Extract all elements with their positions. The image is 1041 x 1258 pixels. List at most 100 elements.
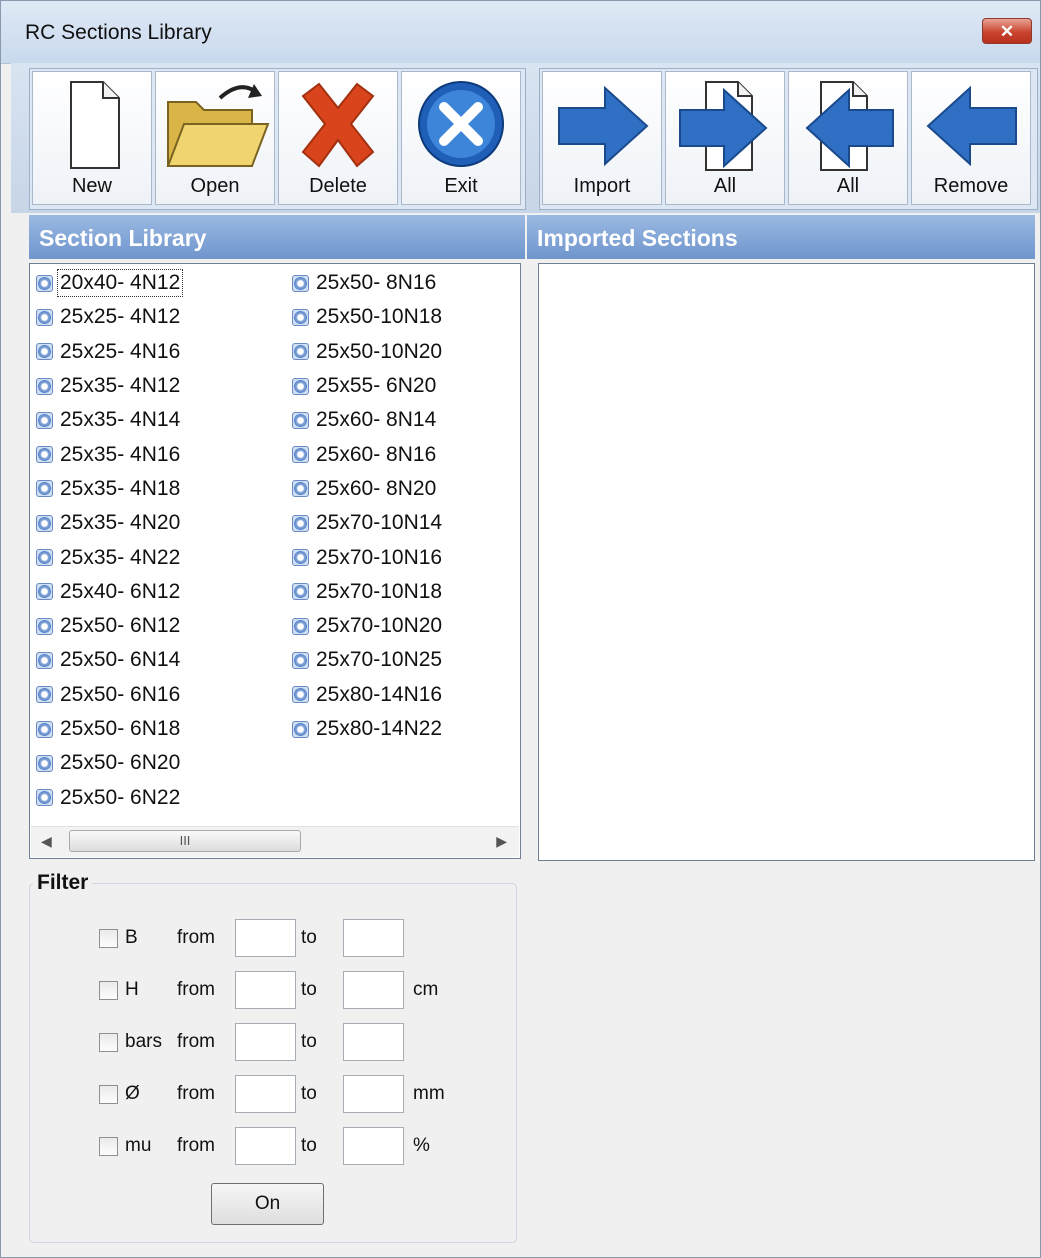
section-icon	[36, 720, 53, 738]
section-library-list[interactable]: 20x40- 4N12 25x25- 4N12 25x25- 4N16 25x35- …	[29, 263, 521, 859]
section-list-item[interactable]: 25x50- 6N12	[36, 609, 182, 643]
section-list-item[interactable]: 25x50- 6N22	[36, 780, 182, 814]
remove-all-button-label: All	[836, 175, 860, 197]
section-list-item[interactable]: 25x80-14N22	[292, 712, 444, 746]
section-name: 25x35- 4N22	[60, 545, 181, 569]
section-name: 25x70-10N18	[316, 579, 443, 603]
section-list-item[interactable]: 25x55- 6N20	[292, 369, 444, 403]
import-all-button[interactable]: All	[665, 71, 785, 205]
section-icon	[292, 274, 309, 292]
import-all-button-label: All	[713, 175, 737, 197]
rc-sections-library-window: RC Sections Library ✕ New Open Delete Ex…	[0, 0, 1041, 1258]
filter-row-1: Hfrom to cm	[31, 971, 519, 1011]
filter-checkbox[interactable]	[99, 981, 118, 1000]
delete-button[interactable]: Delete	[278, 71, 398, 205]
section-list-item[interactable]: 25x50-10N18	[292, 300, 444, 334]
section-list-item[interactable]: 25x70-10N14	[292, 506, 444, 540]
section-name: 25x40- 6N12	[60, 579, 181, 603]
filter-from-label: from	[177, 1083, 215, 1104]
section-list-item[interactable]: 25x35- 4N14	[36, 403, 182, 437]
remove-button[interactable]: Remove	[911, 71, 1031, 205]
section-list-item[interactable]: 25x60- 8N14	[292, 403, 444, 437]
section-list-item[interactable]: 25x70-10N16	[292, 540, 444, 574]
close-button[interactable]: ✕	[982, 18, 1032, 44]
filter-from-input[interactable]	[235, 971, 296, 1009]
filter-row-3: Øfrom to mm	[31, 1075, 519, 1115]
filter-checkbox[interactable]	[99, 929, 118, 948]
filter-from-input[interactable]	[235, 1075, 296, 1113]
section-list-item[interactable]: 25x80-14N16	[292, 678, 444, 712]
section-list-item[interactable]: 25x50- 6N20	[36, 746, 182, 780]
filter-checkbox[interactable]	[99, 1137, 118, 1156]
imported-sections-list[interactable]	[538, 263, 1035, 861]
section-library-header: Section Library	[29, 215, 525, 259]
section-list-item[interactable]: 25x35- 4N22	[36, 540, 182, 574]
scroll-right-arrow-icon[interactable]: ▶	[496, 833, 507, 850]
section-list-item[interactable]: 25x35- 4N18	[36, 472, 182, 506]
section-icon	[292, 651, 309, 669]
filter-to-input[interactable]	[343, 971, 404, 1009]
section-icon	[292, 411, 309, 429]
filter-to-input[interactable]	[343, 919, 404, 957]
new-button-label: New	[71, 175, 112, 197]
section-icon	[36, 789, 53, 807]
section-list-column-1: 20x40- 4N12 25x25- 4N12 25x25- 4N16 25x35- …	[36, 266, 184, 815]
section-list-item[interactable]: 25x50- 6N16	[36, 678, 182, 712]
filter-to-input[interactable]	[343, 1023, 404, 1061]
section-list-item[interactable]: 25x50- 8N16	[292, 266, 444, 300]
scroll-left-arrow-icon[interactable]: ◀	[41, 833, 52, 850]
section-name: 25x25- 4N12	[60, 305, 181, 329]
section-icon	[292, 720, 309, 738]
section-list-item[interactable]: 25x35- 4N12	[36, 369, 182, 403]
section-list-item[interactable]: 25x35- 4N20	[36, 506, 182, 540]
filter-to-label: to	[301, 1083, 317, 1104]
section-name: 25x35- 4N20	[60, 511, 181, 535]
section-list-item[interactable]: 25x40- 6N12	[36, 575, 182, 609]
section-list-item[interactable]: 25x35- 4N16	[36, 437, 182, 471]
filter-checkbox[interactable]	[99, 1085, 118, 1104]
section-list-item[interactable]: 25x25- 4N16	[36, 335, 182, 369]
new-button[interactable]: New	[32, 71, 152, 205]
filter-on-button[interactable]: On	[211, 1183, 324, 1225]
section-icon	[292, 377, 309, 395]
section-icon	[36, 343, 53, 361]
filter-from-input[interactable]	[235, 1127, 296, 1165]
section-list-item[interactable]: 25x70-10N18	[292, 575, 444, 609]
section-name: 25x35- 4N12	[60, 374, 181, 398]
filter-to-input[interactable]	[343, 1075, 404, 1113]
section-list-item[interactable]: 20x40- 4N12	[36, 266, 184, 300]
arrow-left-icon	[926, 85, 1017, 167]
horizontal-scrollbar[interactable]: ◀ III ▶	[31, 826, 519, 857]
section-name: 25x70-10N20	[316, 614, 443, 638]
open-button[interactable]: Open	[155, 71, 275, 205]
remove-all-button[interactable]: All	[788, 71, 908, 205]
section-name: 25x60- 8N14	[316, 408, 437, 432]
section-name: 25x55- 6N20	[316, 374, 437, 398]
section-icon	[36, 617, 53, 635]
filter-to-label: to	[301, 979, 317, 1000]
section-list-item[interactable]: 25x25- 4N12	[36, 300, 182, 334]
import-toolbar-group: Import All All Remove	[539, 68, 1038, 210]
exit-button[interactable]: Exit	[401, 71, 521, 205]
import-button-label: Import	[573, 175, 631, 197]
filter-row-0: Bfrom to	[31, 919, 519, 959]
section-list-item[interactable]: 25x50- 6N18	[36, 712, 182, 746]
section-list-item[interactable]: 25x60- 8N16	[292, 437, 444, 471]
filter-to-input[interactable]	[343, 1127, 404, 1165]
section-list-item[interactable]: 25x70-10N25	[292, 643, 444, 677]
section-icon	[292, 308, 309, 326]
filter-checkbox[interactable]	[99, 1033, 118, 1052]
section-list-item[interactable]: 25x50- 6N14	[36, 643, 182, 677]
filter-from-input[interactable]	[235, 1023, 296, 1061]
scroll-thumb[interactable]: III	[69, 830, 301, 852]
filter-param-label: mu	[125, 1135, 152, 1156]
section-list-item[interactable]: 25x60- 8N20	[292, 472, 444, 506]
section-name: 25x80-14N16	[316, 682, 443, 706]
import-button[interactable]: Import	[542, 71, 662, 205]
section-name: 20x40- 4N12	[56, 269, 184, 298]
section-list-item[interactable]: 25x70-10N20	[292, 609, 444, 643]
delete-x-icon	[301, 82, 375, 168]
filter-to-label: to	[301, 1031, 317, 1052]
section-list-item[interactable]: 25x50-10N20	[292, 335, 444, 369]
filter-from-input[interactable]	[235, 919, 296, 957]
